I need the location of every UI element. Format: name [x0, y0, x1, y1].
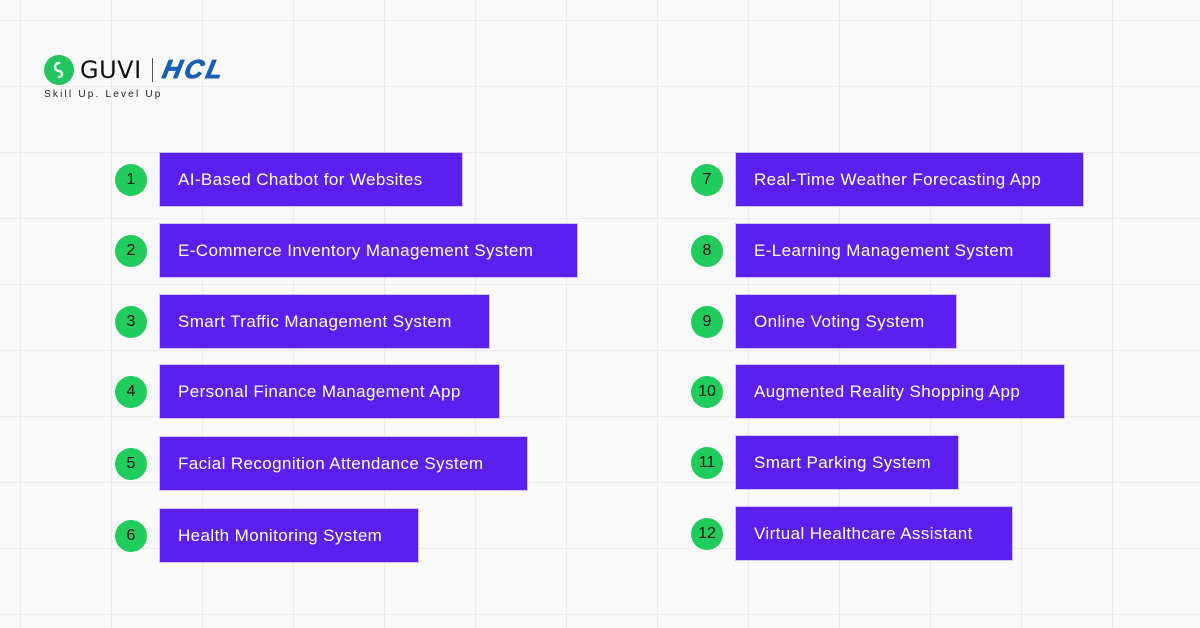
list-item: 4 Personal Finance Management App: [115, 365, 499, 418]
brand-tagline: Skill Up. Level Up: [44, 89, 163, 100]
item-number-badge: 4: [115, 375, 147, 408]
list-item: 12 Virtual Healthcare Assistant: [691, 507, 1012, 560]
item-label: E-Learning Management System: [736, 224, 1050, 277]
item-number-badge: 11: [691, 446, 723, 479]
item-number-badge: 1: [115, 163, 147, 196]
item-number-badge: 8: [691, 234, 723, 267]
list-item: 3 Smart Traffic Management System: [115, 295, 489, 348]
list-item: 6 Health Monitoring System: [115, 509, 418, 562]
item-label: AI-Based Chatbot for Websites: [160, 153, 462, 206]
item-label: Personal Finance Management App: [160, 365, 499, 418]
item-number-badge: 12: [691, 517, 723, 550]
brand-logo: GUVI HCL Skill Up. Level Up: [44, 54, 229, 100]
item-label: Facial Recognition Attendance System: [160, 437, 527, 490]
item-number-badge: 10: [691, 375, 723, 408]
guvi-logo-icon: [44, 54, 74, 85]
item-label: Virtual Healthcare Assistant: [736, 507, 1012, 560]
hcl-wordmark: HCL: [159, 54, 229, 85]
list-item: 11 Smart Parking System: [691, 436, 958, 489]
list-item: 2 E-Commerce Inventory Management System: [115, 224, 577, 277]
list-item: 7 Real-Time Weather Forecasting App: [691, 153, 1083, 206]
item-label: Augmented Reality Shopping App: [736, 365, 1064, 418]
item-label: Smart Parking System: [736, 436, 958, 489]
item-number-badge: 5: [115, 447, 147, 480]
list-item: 8 E-Learning Management System: [691, 224, 1050, 277]
list-item: 10 Augmented Reality Shopping App: [691, 365, 1064, 418]
item-label: Smart Traffic Management System: [160, 295, 489, 348]
list-item: 5 Facial Recognition Attendance System: [115, 437, 527, 490]
guvi-wordmark: GUVI: [80, 55, 142, 84]
item-number-badge: 7: [691, 163, 723, 196]
list-item: 1 AI-Based Chatbot for Websites: [115, 153, 462, 206]
item-number-badge: 2: [115, 234, 147, 267]
item-label: Health Monitoring System: [160, 509, 418, 562]
logo-divider: [151, 57, 153, 82]
item-number-badge: 3: [115, 305, 147, 338]
list-item: 9 Online Voting System: [691, 295, 956, 348]
item-label: E-Commerce Inventory Management System: [160, 224, 577, 277]
item-number-badge: 9: [691, 305, 723, 338]
item-number-badge: 6: [115, 519, 147, 552]
item-label: Real-Time Weather Forecasting App: [736, 153, 1083, 206]
item-label: Online Voting System: [736, 295, 956, 348]
